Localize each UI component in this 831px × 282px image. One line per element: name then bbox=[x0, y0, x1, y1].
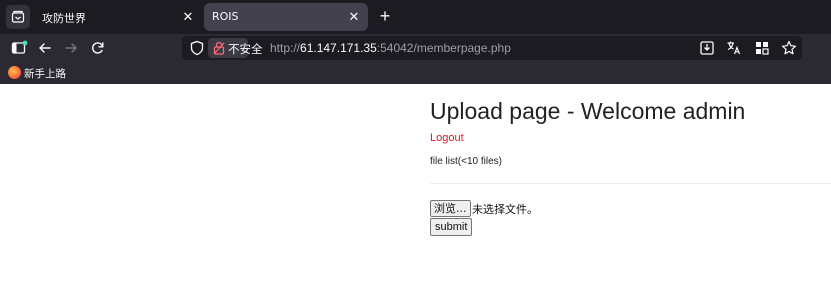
tab-close-icon[interactable]: ✕ bbox=[346, 9, 362, 25]
submit-button[interactable]: submit bbox=[430, 218, 473, 236]
page-save-icon[interactable] bbox=[698, 39, 716, 57]
tab-rois[interactable]: ROIS ✕ bbox=[204, 3, 368, 31]
not-secure-label: 不安全 bbox=[228, 42, 263, 56]
not-secure-badge[interactable]: 不安全 bbox=[208, 38, 263, 58]
broken-lock-icon bbox=[213, 41, 225, 55]
divider bbox=[430, 183, 831, 184]
url-bar[interactable]: 不安全 http://61.147.171.35:54042/memberpag… bbox=[182, 36, 802, 60]
tab-strip: 攻防世界 ✕ ROIS ✕ + bbox=[0, 0, 831, 34]
page-content: Upload page - Welcome admin Logout file … bbox=[0, 84, 831, 282]
url-host: 61.147.171.35 bbox=[300, 41, 377, 55]
reload-icon[interactable] bbox=[89, 39, 107, 57]
tab-title: 攻防世界 bbox=[42, 12, 86, 25]
new-tab-button[interactable]: + bbox=[376, 7, 394, 25]
url-text[interactable]: http://61.147.171.35:54042/memberpage.ph… bbox=[270, 41, 511, 55]
bookmarks-toolbar: 新手上路 bbox=[0, 62, 831, 84]
sidebar-toggle-icon[interactable] bbox=[10, 39, 28, 57]
url-scheme: http:// bbox=[270, 41, 301, 55]
tracking-protection-shield-icon[interactable] bbox=[190, 40, 204, 61]
forward-arrow-icon[interactable] bbox=[62, 39, 80, 57]
firefox-icon bbox=[8, 66, 21, 79]
navigation-bar: 不安全 http://61.147.171.35:54042/memberpag… bbox=[0, 34, 831, 62]
url-path: :54042/memberpage.php bbox=[376, 41, 511, 55]
browse-file-button[interactable]: 浏览... bbox=[430, 200, 471, 217]
tab-close-icon[interactable]: ✕ bbox=[180, 9, 196, 25]
back-arrow-icon[interactable] bbox=[36, 39, 54, 57]
url-actions bbox=[693, 39, 798, 57]
bookmark-label: 新手上路 bbox=[24, 68, 66, 80]
firefox-view-icon bbox=[11, 10, 25, 23]
tab-gongfang[interactable]: 攻防世界 ✕ bbox=[34, 3, 202, 31]
translate-icon[interactable] bbox=[725, 39, 743, 57]
page-title: Upload page - Welcome admin bbox=[430, 98, 746, 124]
file-list-label: file list(<10 files) bbox=[430, 156, 502, 167]
bookmark-star-icon[interactable] bbox=[780, 39, 798, 57]
tab-title: ROIS bbox=[212, 10, 239, 23]
extensions-grid-icon[interactable] bbox=[753, 39, 771, 57]
firefox-view-button[interactable] bbox=[6, 5, 30, 29]
browser-chrome: 攻防世界 ✕ ROIS ✕ + 不安全 http://61.147.171.35… bbox=[0, 0, 831, 84]
no-file-selected-text: 未选择文件。 bbox=[472, 203, 538, 216]
logout-link[interactable]: Logout bbox=[430, 132, 464, 144]
